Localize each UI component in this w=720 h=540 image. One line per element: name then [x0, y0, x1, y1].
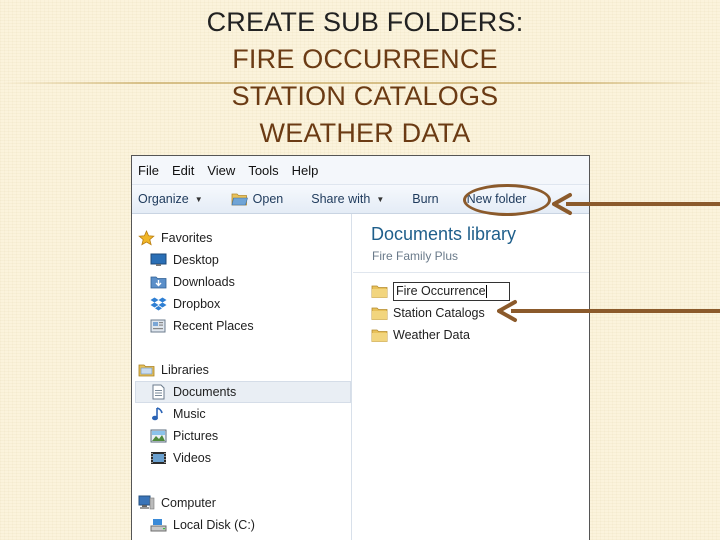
- nav-dropbox[interactable]: Dropbox: [150, 293, 220, 315]
- new-folder-highlight-oval: [463, 184, 551, 216]
- burn-label: Burn: [412, 192, 439, 206]
- share-with-label: Share with: [311, 192, 371, 206]
- nav-computer[interactable]: Computer: [138, 492, 216, 514]
- nav-local-disk-label: Local Disk (C:): [173, 518, 255, 532]
- menu-tools[interactable]: Tools: [248, 163, 278, 178]
- nav-favorites-label: Favorites: [161, 231, 213, 245]
- nav-desktop[interactable]: Desktop: [150, 249, 219, 271]
- star-icon: [138, 230, 155, 246]
- nav-computer-label: Computer: [161, 496, 216, 510]
- organize-button[interactable]: Organize ▼: [138, 192, 203, 206]
- folder-item-renaming[interactable]: Fire Occurrence: [371, 281, 510, 301]
- nav-documents[interactable]: Documents: [135, 381, 351, 403]
- menu-file[interactable]: File: [138, 163, 159, 178]
- chevron-down-icon: ▼: [376, 194, 385, 204]
- library-subtitle: Fire Family Plus: [372, 249, 459, 263]
- burn-button[interactable]: Burn: [412, 192, 438, 206]
- nav-desktop-label: Desktop: [173, 253, 219, 267]
- library-title: Documents library: [371, 224, 517, 244]
- organize-label: Organize: [138, 192, 189, 206]
- title-line-1: CREATE SUB FOLDERS:: [206, 7, 524, 37]
- title-line-4: WEATHER DATA: [259, 118, 471, 148]
- slide-title: CREATE SUB FOLDERS: FIRE OCCURRENCE STAT…: [0, 4, 720, 152]
- downloads-icon: [150, 274, 167, 290]
- videos-icon: [150, 450, 167, 466]
- computer-icon: [138, 495, 155, 511]
- nav-pictures-label: Pictures: [173, 429, 219, 443]
- nav-libraries[interactable]: Libraries: [138, 359, 209, 381]
- recent-places-icon: [150, 318, 167, 334]
- pictures-icon: [150, 428, 167, 444]
- local-disk-icon: [150, 517, 167, 533]
- navigation-pane: Favorites Desktop Downloads Dropbox Rece…: [132, 214, 352, 540]
- rename-value: Fire Occurrence: [396, 284, 486, 298]
- menu-view[interactable]: View: [207, 163, 235, 178]
- open-label: Open: [252, 192, 284, 206]
- share-with-button[interactable]: Share with ▼: [311, 192, 384, 206]
- nav-pictures[interactable]: Pictures: [150, 425, 218, 447]
- music-icon: [150, 406, 167, 422]
- nav-recent-places-label: Recent Places: [173, 319, 254, 333]
- folder-open-icon: [231, 192, 248, 206]
- folder-icon: [371, 306, 388, 321]
- chevron-down-icon: ▼: [194, 194, 203, 204]
- nav-downloads[interactable]: Downloads: [150, 271, 235, 293]
- menu-edit[interactable]: Edit: [172, 163, 194, 178]
- menu-bar: File Edit View Tools Help: [132, 156, 589, 184]
- folder-item[interactable]: Station Catalogs: [371, 303, 485, 323]
- rename-input[interactable]: Fire Occurrence: [393, 281, 510, 301]
- library-divider: [353, 272, 589, 273]
- folder-item[interactable]: Weather Data: [371, 325, 470, 345]
- content-pane: Documents library Fire Family Plus Fire …: [353, 214, 589, 540]
- nav-libraries-label: Libraries: [161, 363, 209, 377]
- nav-downloads-label: Downloads: [173, 275, 235, 289]
- folder-name: Weather Data: [393, 328, 470, 342]
- title-line-2: FIRE OCCURRENCE: [232, 44, 498, 74]
- title-divider: [0, 82, 720, 84]
- nav-dropbox-label: Dropbox: [173, 297, 221, 311]
- nav-music-label: Music: [173, 407, 206, 421]
- nav-recent-places[interactable]: Recent Places: [150, 315, 254, 337]
- nav-music[interactable]: Music: [150, 403, 206, 425]
- menu-help[interactable]: Help: [292, 163, 319, 178]
- text-cursor: [485, 284, 487, 298]
- folder-icon: [371, 328, 388, 343]
- nav-videos-label: Videos: [173, 451, 211, 465]
- dropbox-icon: [150, 296, 167, 312]
- arrow-to-new-folder-icon: [552, 193, 720, 215]
- open-button[interactable]: Open: [231, 192, 284, 206]
- folder-name: Station Catalogs: [393, 306, 485, 320]
- folder-icon: [371, 284, 388, 299]
- nav-favorites[interactable]: Favorites: [138, 227, 212, 249]
- arrow-to-rename-field-icon: [497, 300, 720, 322]
- desktop-icon: [150, 252, 167, 268]
- libraries-icon: [138, 362, 155, 378]
- documents-icon: [150, 384, 167, 400]
- nav-videos[interactable]: Videos: [150, 447, 211, 469]
- nav-local-disk[interactable]: Local Disk (C:): [150, 514, 255, 536]
- nav-documents-label: Documents: [173, 385, 237, 399]
